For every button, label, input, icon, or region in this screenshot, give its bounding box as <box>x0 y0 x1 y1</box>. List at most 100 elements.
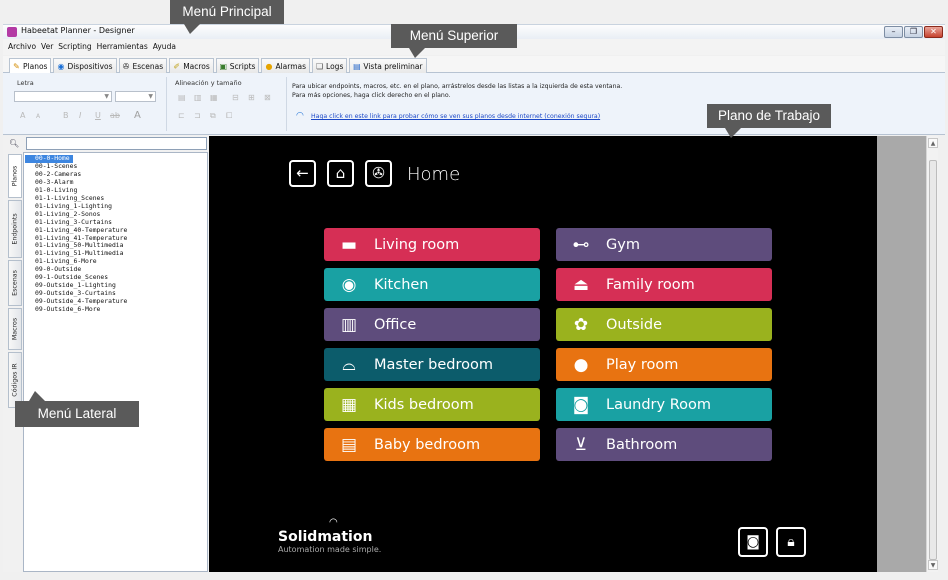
reel-icon: ✇ <box>122 61 130 71</box>
tree-item[interactable]: 09-Outside_6-More <box>25 305 100 314</box>
room-button-play-room[interactable]: ● Play room <box>556 348 772 381</box>
menu-herramientas[interactable]: Herramientas <box>97 39 148 55</box>
close-icon[interactable]: ✕ <box>924 26 943 38</box>
font-size-select[interactable]: ▼ <box>115 91 156 102</box>
arrow-left-icon: ← <box>296 164 309 182</box>
tab-macros[interactable]: ✐ Macros <box>169 58 214 73</box>
vtab-codigos-ir[interactable]: Códigos IR <box>8 352 22 408</box>
canvas-margin <box>877 136 926 572</box>
align-center-icon[interactable]: ▥ <box>194 93 202 102</box>
room-button-laundry-room[interactable]: ◙ Laundry Room <box>556 388 772 421</box>
camera-button[interactable]: ◙ <box>738 527 768 557</box>
scroll-up-icon[interactable]: ▲ <box>928 138 938 148</box>
room-button-bathroom[interactable]: ⊻ Bathroom <box>556 428 772 461</box>
vtab-macros[interactable]: Macros <box>8 308 22 350</box>
menu-archivo[interactable]: Archivo <box>8 39 36 55</box>
same-width-icon[interactable]: ⊏ <box>178 111 185 120</box>
tab-scripts[interactable]: ▣ Scripts <box>215 58 260 73</box>
window-controls: – ❐ ✕ <box>884 26 943 38</box>
tab-escenas[interactable]: ✇ Escenas <box>118 58 168 73</box>
font-grow-icon[interactable]: A <box>20 111 25 120</box>
send-back-icon[interactable]: ⧠ <box>226 111 232 121</box>
lamp-icon: ⏏ <box>572 274 590 295</box>
room-label: Master bedroom <box>374 356 493 373</box>
room-button-kids-bedroom[interactable]: ▦ Kids bedroom <box>324 388 540 421</box>
back-button[interactable]: ← <box>289 160 316 187</box>
menu-scripting[interactable]: Scripting <box>58 39 91 55</box>
vtab-label: Escenas <box>11 270 19 296</box>
plans-tree: 00-0-Home 00-1-Scenes 00-2-Cameras 00-3-Ala… <box>23 152 208 572</box>
bunkbed-icon: ▦ <box>340 394 358 415</box>
room-label: Kitchen <box>374 276 429 293</box>
vtab-escenas[interactable]: Escenas <box>8 260 22 306</box>
plan-title: Home <box>407 164 461 185</box>
align-right-icon[interactable]: ▦ <box>210 93 218 102</box>
menu-ver[interactable]: Ver <box>41 39 53 55</box>
chevron-down-icon: ▼ <box>148 93 153 100</box>
vtab-planos[interactable]: Planos <box>8 154 22 198</box>
distribute-h-icon[interactable]: ⊟ <box>232 93 239 102</box>
toys-icon: ● <box>573 354 589 375</box>
room-label: Office <box>374 316 417 333</box>
tab-planos[interactable]: ✎ Planos <box>9 58 52 73</box>
tab-alarmas[interactable]: ● Alarmas <box>261 58 311 73</box>
search-input[interactable] <box>26 137 207 150</box>
font-shrink-icon[interactable]: A <box>36 113 40 120</box>
tab-logs[interactable]: ❏ Logs <box>312 58 348 73</box>
menu-ayuda[interactable]: Ayuda <box>153 39 176 55</box>
bring-front-icon[interactable]: ⧉ <box>210 111 216 121</box>
code-icon: ▣ <box>219 61 228 71</box>
room-label: Laundry Room <box>606 396 711 413</box>
room-button-family-room[interactable]: ⏏ Family room <box>556 268 772 301</box>
crib-icon: ▤ <box>340 434 358 455</box>
vtab-label: Macros <box>11 317 19 341</box>
camera-icon: ◙ <box>746 534 760 550</box>
test-internet-link[interactable]: Haga click en este link para probar cómo… <box>311 113 600 120</box>
search-icon: 🔍︎ <box>9 139 20 148</box>
home-button[interactable]: ⌂ <box>327 160 354 187</box>
room-button-kitchen[interactable]: ◉ Kitchen <box>324 268 540 301</box>
reel-icon: ✇ <box>372 164 385 182</box>
tab-label: Logs <box>326 61 344 71</box>
italic-icon[interactable]: I <box>79 111 81 120</box>
tab-label: Macros <box>183 61 210 71</box>
distribute-v-icon[interactable]: ⊞ <box>248 93 255 102</box>
font-color-icon[interactable]: A <box>134 110 141 121</box>
strikethrough-icon[interactable]: ab <box>110 111 120 120</box>
alarm-icon: ● <box>265 61 273 71</box>
room-button-office[interactable]: ▥ Office <box>324 308 540 341</box>
font-family-select[interactable]: ▼ <box>14 91 112 102</box>
room-button-master-bedroom[interactable]: ⌓ Master bedroom <box>324 348 540 381</box>
room-button-living-room[interactable]: ▬ Living room <box>324 228 540 261</box>
lock-button[interactable]: 🔒︎ <box>776 527 806 557</box>
scroll-down-icon[interactable]: ▼ <box>928 560 938 570</box>
room-button-baby-bedroom[interactable]: ▤ Baby bedroom <box>324 428 540 461</box>
scenes-button[interactable]: ✇ <box>365 160 392 187</box>
same-size-icon[interactable]: ⊠ <box>264 93 271 102</box>
underline-icon[interactable]: U <box>95 111 101 120</box>
plant-icon: ✿ <box>573 314 589 335</box>
plan-canvas: ← ⌂ ✇ Home ▬ Living room ◉ Kitchen ▥ Office ⌓ M… <box>209 136 877 572</box>
app-icon <box>7 27 17 37</box>
vtab-endpoints[interactable]: Endpoints <box>8 200 22 258</box>
tab-dispositivos[interactable]: ◉ Dispositivos <box>53 58 117 73</box>
scroll-thumb[interactable] <box>929 160 937 560</box>
minimize-icon[interactable]: – <box>884 26 903 38</box>
vertical-scrollbar[interactable]: ▲ ▼ <box>926 136 938 572</box>
same-height-icon[interactable]: ⊐ <box>194 111 201 120</box>
callout-menu-lateral: Menú Lateral <box>15 391 139 427</box>
tab-vista-preliminar[interactable]: ▤ Vista preliminar <box>349 58 427 73</box>
room-button-gym[interactable]: ⊷ Gym <box>556 228 772 261</box>
ribbon-separator <box>286 77 287 131</box>
room-button-outside[interactable]: ✿ Outside <box>556 308 772 341</box>
top-tabbar: ✎ Planos ◉ Dispositivos ✇ Escenas ✐ Macros ▣… <box>3 56 945 73</box>
maximize-icon[interactable]: ❐ <box>904 26 923 38</box>
align-left-icon[interactable]: ▤ <box>178 93 186 102</box>
sidebar-search: 🔍︎ <box>3 136 208 152</box>
callout-menu-superior: Menú Superior <box>391 24 517 58</box>
tab-label: Escenas <box>132 61 164 71</box>
toilet-icon: ⊻ <box>574 434 588 455</box>
hint-right-click: Para más opciones, haga click derecho en… <box>292 92 451 99</box>
bold-icon[interactable]: B <box>63 111 69 120</box>
script-icon: ✐ <box>173 61 181 71</box>
